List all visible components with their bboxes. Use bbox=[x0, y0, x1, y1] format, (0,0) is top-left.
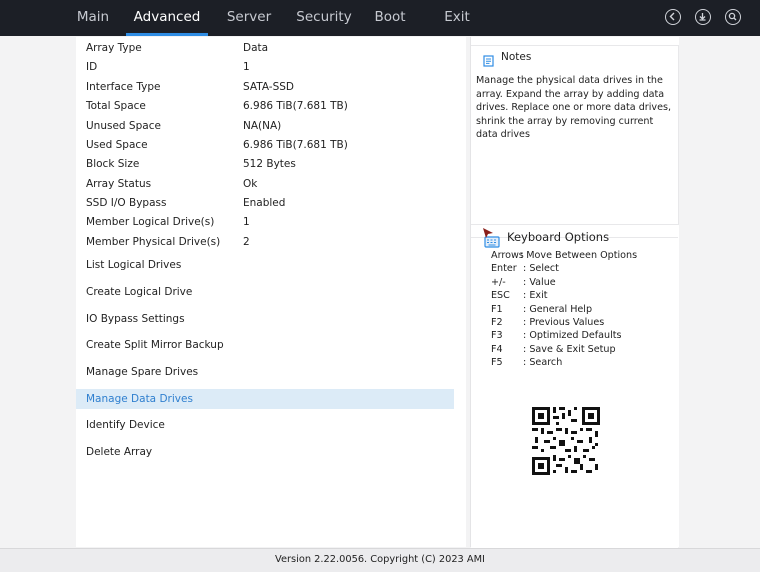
info-label: Used Space bbox=[86, 139, 148, 151]
keyboard-option-desc: : Save & Exit Setup bbox=[520, 343, 616, 355]
keyboard-option-desc: : Select bbox=[520, 263, 559, 275]
info-value: 1 bbox=[243, 216, 250, 228]
tab-exit[interactable]: Exit bbox=[438, 0, 476, 36]
top-nav-bar: Main Advanced Server Security Boot Exit bbox=[0, 0, 760, 36]
info-label: Interface Type bbox=[86, 81, 161, 93]
info-label: ID bbox=[86, 61, 98, 73]
keyboard-option-desc: : General Help bbox=[520, 303, 593, 315]
menu-item-delete-array[interactable]: Delete Array bbox=[76, 442, 454, 462]
info-label: Unused Space bbox=[86, 120, 161, 132]
menu-item-create-logical-drive[interactable]: Create Logical Drive bbox=[76, 282, 454, 302]
tab-boot[interactable]: Boot bbox=[368, 0, 412, 36]
download-icon[interactable] bbox=[695, 9, 711, 25]
info-value: 6.986 TiB(7.681 TB) bbox=[243, 100, 348, 112]
notes-title: Notes bbox=[501, 51, 532, 63]
keyboard-option: +/- : Value bbox=[491, 276, 556, 289]
keyboard-option-key: Enter bbox=[491, 263, 517, 275]
info-value: SATA-SSD bbox=[243, 81, 294, 93]
menu-item-create-split-mirror-backup[interactable]: Create Split Mirror Backup bbox=[76, 335, 454, 355]
info-value: NA(NA) bbox=[243, 120, 282, 132]
info-value: 1 bbox=[243, 61, 250, 73]
keyboard-option-key: F5 bbox=[491, 357, 503, 369]
back-icon[interactable] bbox=[665, 9, 681, 25]
info-label: SSD I/O Bypass bbox=[86, 197, 167, 209]
search-icon[interactable] bbox=[725, 9, 741, 25]
info-label: Member Physical Drive(s) bbox=[86, 236, 221, 248]
keyboard-option-desc: : Optimized Defaults bbox=[520, 330, 622, 342]
info-value: 512 Bytes bbox=[243, 158, 296, 170]
keyboard-option: Enter : Select bbox=[491, 262, 559, 275]
notes-text: Manage the physical data drives in the a… bbox=[476, 75, 672, 140]
info-value: Enabled bbox=[243, 197, 286, 209]
keyboard-option-key: Arrows bbox=[491, 250, 524, 261]
keyboard-option-desc: : Value bbox=[520, 276, 556, 288]
qr-code bbox=[523, 398, 609, 484]
info-label: Block Size bbox=[86, 158, 140, 170]
info-label: Member Logical Drive(s) bbox=[86, 216, 215, 228]
info-label: Array Type bbox=[86, 42, 142, 54]
tab-advanced[interactable]: Advanced bbox=[126, 0, 208, 36]
info-value: 6.986 TiB(7.681 TB) bbox=[243, 139, 348, 151]
tab-server[interactable]: Server bbox=[220, 0, 278, 36]
keyboard-option: F4 : Save & Exit Setup bbox=[491, 343, 616, 356]
tab-main[interactable]: Main bbox=[68, 0, 118, 36]
notes-icon bbox=[483, 52, 494, 71]
keyboard-option-desc: : Search bbox=[520, 357, 563, 369]
menu-item-list-logical-drives[interactable]: List Logical Drives bbox=[76, 255, 454, 275]
info-label: Total Space bbox=[86, 100, 146, 112]
keyboard-option: F5 : Search bbox=[491, 356, 562, 369]
keyboard-option: F2 : Previous Values bbox=[491, 316, 604, 329]
menu-item-manage-spare-drives[interactable]: Manage Spare Drives bbox=[76, 362, 454, 382]
keyboard-option-key: F2 bbox=[491, 317, 503, 328]
footer-version: Version 2.22.0056. Copyright (C) 2023 AM… bbox=[0, 548, 760, 572]
info-value: Ok bbox=[243, 178, 258, 190]
keyboard-option: F1 : General Help bbox=[491, 303, 592, 316]
keyboard-option-key: +/- bbox=[491, 276, 506, 288]
tab-security[interactable]: Security bbox=[292, 0, 356, 36]
keyboard-option: ESC : Exit bbox=[491, 289, 548, 302]
info-value: Data bbox=[243, 42, 269, 54]
menu-item-io-bypass-settings[interactable]: IO Bypass Settings bbox=[76, 309, 454, 329]
help-panel: Notes Manage the physical data drives in… bbox=[470, 37, 679, 548]
keyboard-options-title: Keyboard Options bbox=[507, 230, 610, 244]
mouse-cursor-icon bbox=[482, 224, 494, 243]
keyboard-option: Arrows: Move Between Options bbox=[491, 249, 637, 262]
info-value: 2 bbox=[243, 236, 250, 248]
keyboard-options-box: Keyboard Options Arrows: Move Between Op… bbox=[471, 230, 678, 548]
menu-item-manage-data-drives[interactable]: Manage Data Drives bbox=[76, 389, 454, 409]
menu-item-identify-device[interactable]: Identify Device bbox=[76, 415, 454, 435]
keyboard-option-desc: : Previous Values bbox=[520, 317, 605, 328]
keyboard-option-key: ESC bbox=[491, 290, 510, 302]
keyboard-option-key: F1 bbox=[491, 303, 503, 315]
keyboard-option-desc: : Exit bbox=[520, 290, 548, 302]
notes-box: Notes Manage the physical data drives in… bbox=[471, 45, 679, 225]
keyboard-option: F3 : Optimized Defaults bbox=[491, 329, 622, 342]
keyboard-option-key: F4 bbox=[491, 343, 503, 355]
info-label: Array Status bbox=[86, 178, 152, 190]
keyboard-option-key: F3 bbox=[491, 330, 503, 342]
keyboard-option-desc: : Move Between Options bbox=[520, 250, 638, 261]
array-details-panel: Array Type Data ID 1 Interface Type SATA… bbox=[76, 37, 466, 547]
